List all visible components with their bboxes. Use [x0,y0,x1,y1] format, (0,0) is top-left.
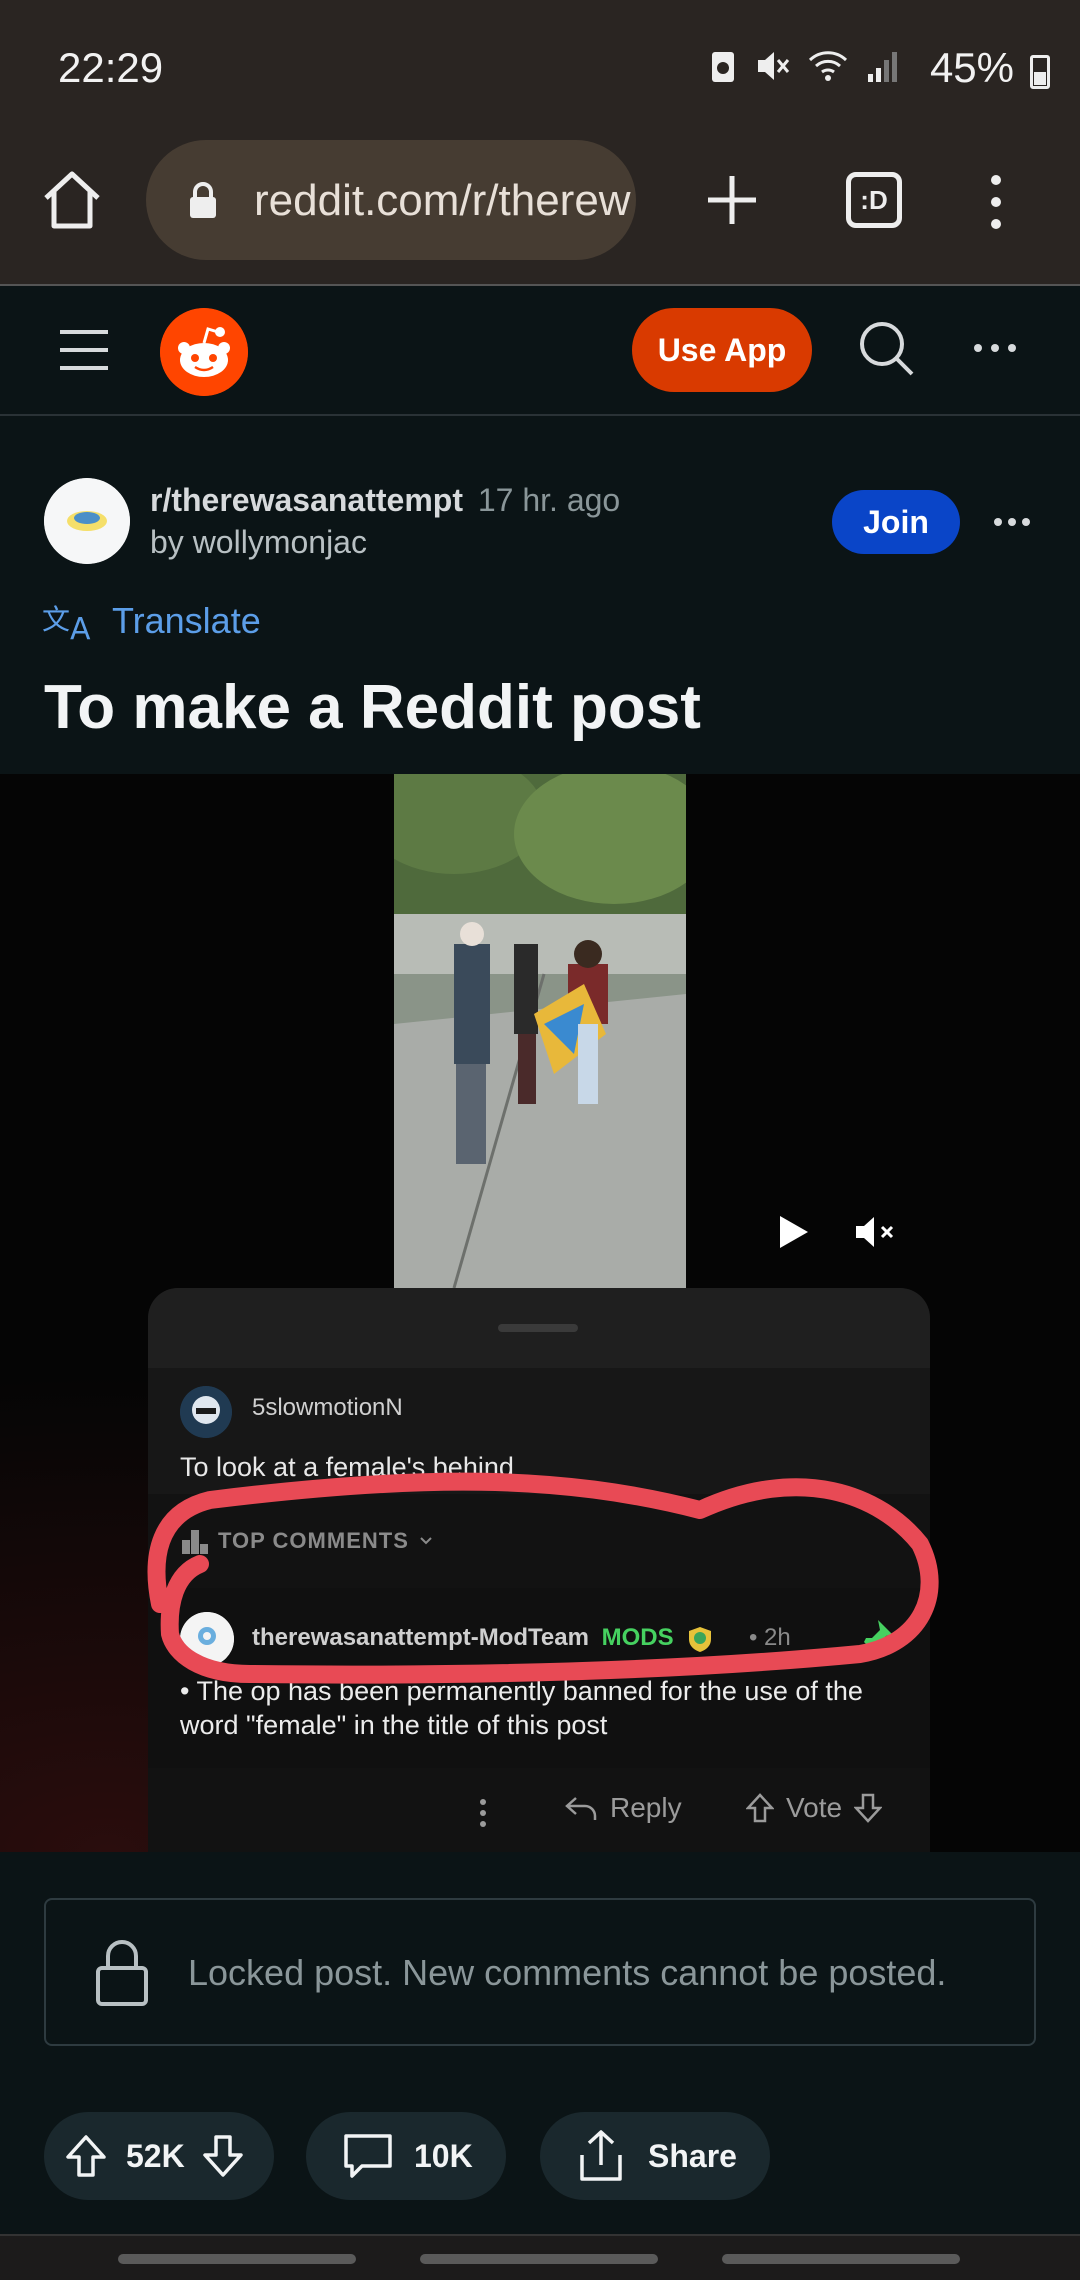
home-icon[interactable] [40,168,104,232]
share-icon [580,2130,622,2181]
wifi-icon [808,51,848,81]
tab-switcher-button[interactable]: :D [846,172,902,228]
signal-icon [868,52,897,82]
parent-username: 5slowmotionN [252,1394,403,1421]
hamburger-menu-icon[interactable] [58,328,110,372]
post-time: 17 hr. ago [477,482,621,518]
vote-label: Vote [786,1792,843,1823]
parent-comment: 5slowmotionN To look at a female's behin… [148,1368,930,1494]
url-text: reddit.com/r/therew [254,176,631,225]
mod-team-avatar [180,1612,234,1666]
mod-comment-text: • The op has been permanently banned for… [180,1676,863,1740]
reply-icon [565,1797,597,1820]
comments-button[interactable]: 10K [306,2112,506,2200]
comment-count: 10K [414,2137,473,2174]
video-mute-icon[interactable] [852,1212,898,1252]
battery-icon [1030,55,1050,89]
join-button[interactable]: Join [832,490,960,554]
downvote-icon [854,1793,883,1823]
parent-comment-text: To look at a female's behind [180,1452,514,1482]
use-app-button[interactable]: Use App [632,308,812,392]
system-nav-bar [0,2234,1080,2280]
svg-text:文: 文 [42,603,70,636]
nav-segment-right[interactable] [722,2254,960,2264]
status-icons [710,48,900,84]
reply-label: Reply [610,1792,682,1823]
locked-post-text: Locked post. New comments cannot be post… [188,1952,947,1993]
share-button[interactable]: Share [540,2112,770,2200]
subreddit-avatar[interactable] [44,478,130,564]
downvote-icon[interactable] [201,2133,245,2179]
translate-link[interactable]: 文A Translate [42,600,261,642]
comment-reply: Reply [564,1792,682,1824]
subreddit-name-link[interactable]: r/therewasanattempt [150,482,463,518]
mod-comment: therewasanattempt-ModTeam MODS • 2h • Th… [148,1588,930,1768]
sheet-handle [498,1324,578,1332]
chevron-down-icon [420,1537,432,1545]
lock-icon [190,182,216,218]
search-icon[interactable] [856,318,916,378]
browser-toolbar: reddit.com/r/therew :D [0,140,1080,286]
comment-actions: Reply Vote [148,1768,930,1852]
address-bar[interactable]: reddit.com/r/therew [146,140,636,260]
vote-pill: 52K [44,2112,274,2200]
post-media[interactable]: 5slowmotionN To look at a female's behin… [0,774,1080,1852]
reddit-logo-icon[interactable] [160,308,248,396]
mod-shield-icon [689,1626,712,1652]
browser-menu-icon[interactable] [976,170,1016,234]
nav-segment-left[interactable] [118,2254,356,2264]
post-title: To make a Reddit post [44,673,701,742]
parent-user-avatar [180,1386,232,1438]
upvote-icon[interactable] [64,2133,108,2179]
lock-icon [96,1940,148,2006]
comment-vote: Vote [746,1792,883,1824]
mute-icon [758,52,790,80]
mod-username: therewasanattempt-ModTeam [252,1624,589,1651]
battery-percentage: 45% [929,44,1014,91]
reddit-header: Use App [0,288,1080,416]
new-tab-icon[interactable] [702,170,762,230]
video-thumbnail[interactable] [394,774,686,1288]
svg-text:A: A [70,612,91,641]
share-label: Share [648,2137,737,2174]
top-comments-label: TOP COMMENTS [218,1528,409,1553]
translate-icon: 文A [42,603,91,641]
nav-segment-center[interactable] [420,2254,658,2264]
sheet-header [148,1288,930,1368]
status-bar: 22:29 45% [0,0,1080,140]
translate-label: Translate [112,600,261,641]
locked-post-notice: Locked post. New comments cannot be post… [44,1898,1036,2046]
mods-badge: MODS [601,1624,674,1651]
status-time: 22:29 [58,44,164,91]
vote-count: 52K [126,2137,185,2174]
play-icon[interactable] [772,1212,812,1252]
mod-comment-time: • 2h [748,1624,791,1651]
data-saver-icon [712,52,734,82]
embedded-comment-screenshot: 5slowmotionN To look at a female's behin… [148,1288,930,1852]
post-author[interactable]: by wollymonjac [150,524,367,561]
pin-icon [858,1620,892,1654]
comment-more-icon [480,1799,486,1827]
more-options-icon[interactable] [970,338,1020,358]
upvote-icon [746,1793,774,1823]
top-comments-header: TOP COMMENTS [182,1528,433,1554]
mod-comment-header: therewasanattempt-ModTeam MODS • 2h [252,1624,791,1653]
comment-icon [344,2134,392,2178]
post-action-bar: 52K 10K Share [0,2100,1080,2234]
post-more-icon[interactable] [992,512,1032,532]
post-subreddit-line: r/therewasanattempt 17 hr. ago [150,482,620,519]
podium-icon [182,1530,208,1554]
